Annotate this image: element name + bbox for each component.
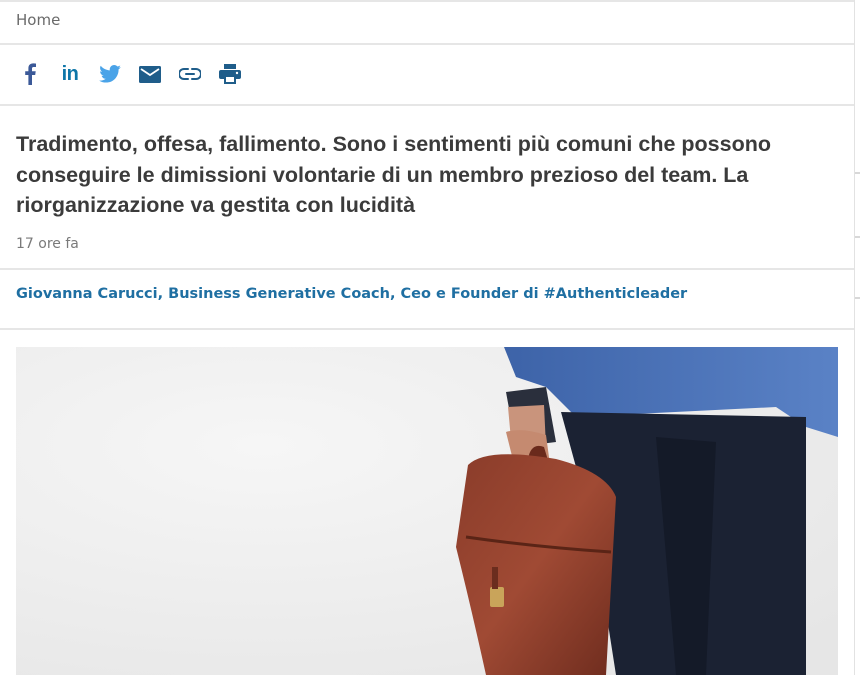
linkedin-icon: in bbox=[61, 62, 79, 85]
copy-link-button[interactable] bbox=[170, 61, 210, 87]
divider bbox=[855, 297, 860, 299]
article-hero-image bbox=[16, 347, 838, 675]
divider bbox=[0, 0, 854, 2]
author-link[interactable]: Giovanna Carucci, Business Generative Co… bbox=[16, 286, 687, 302]
facebook-share-button[interactable] bbox=[10, 61, 50, 87]
divider bbox=[0, 104, 854, 106]
print-icon bbox=[219, 64, 241, 84]
linkedin-share-button[interactable]: in bbox=[50, 61, 90, 87]
twitter-icon bbox=[99, 65, 121, 83]
print-button[interactable] bbox=[210, 61, 250, 87]
link-icon bbox=[179, 68, 201, 80]
email-icon bbox=[139, 65, 161, 83]
share-bar: in bbox=[10, 61, 250, 87]
article-headline: Tradimento, offesa, fallimento. Sono i s… bbox=[16, 132, 771, 217]
page-edge bbox=[854, 0, 855, 675]
divider bbox=[855, 172, 860, 174]
divider bbox=[0, 328, 854, 330]
breadcrumb-home[interactable]: Home bbox=[16, 11, 60, 29]
email-share-button[interactable] bbox=[130, 61, 170, 87]
facebook-icon bbox=[25, 63, 36, 85]
article-column: Home in Tradimento, offesa, fallimento. … bbox=[0, 0, 854, 675]
publish-time: 17 ore fa bbox=[16, 236, 79, 252]
divider bbox=[0, 268, 854, 270]
divider bbox=[855, 236, 860, 238]
divider bbox=[0, 43, 854, 45]
twitter-share-button[interactable] bbox=[90, 61, 130, 87]
